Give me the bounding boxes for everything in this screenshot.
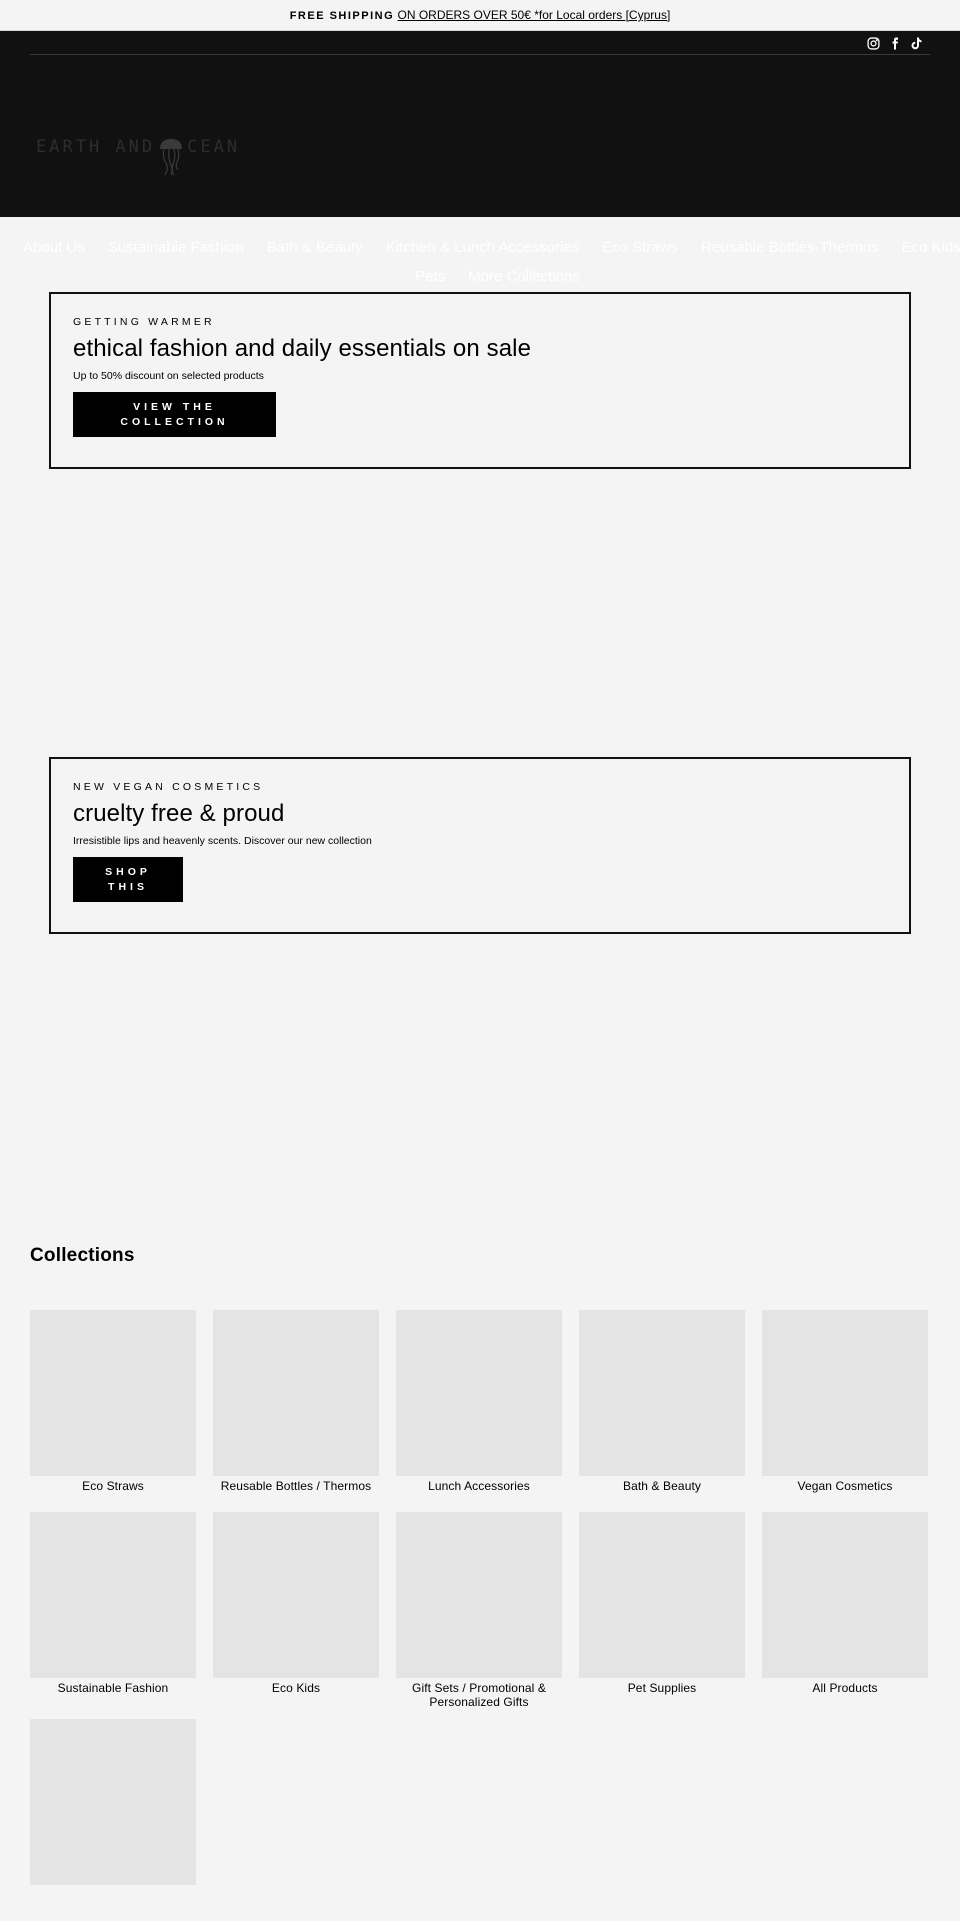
- announcement-bar: FREE SHIPPING ON ORDERS OVER 50€ *for Lo…: [0, 0, 960, 31]
- nav-item-more-collections[interactable]: More Collections: [468, 268, 580, 285]
- collections-grid: Eco Straws Reusable Bottles / Thermos Lu…: [30, 1310, 930, 1921]
- header-divider: [30, 54, 930, 55]
- collection-title: Vegan Cosmetics: [797, 1479, 893, 1493]
- collection-image: [762, 1512, 928, 1678]
- nav-item-eco-straws[interactable]: Eco Straws: [602, 239, 678, 256]
- main-nav: About Us Sustainable Fashion Bath & Beau…: [0, 233, 960, 291]
- promo-banner-sale: GETTING WARMER ethical fashion and daily…: [49, 292, 911, 469]
- free-shipping-label: FREE SHIPPING: [289, 10, 395, 22]
- collection-title: Eco Kids: [271, 1681, 321, 1695]
- social-links: [866, 36, 924, 50]
- collection-card-sustainable-fashion[interactable]: Sustainable Fashion: [30, 1512, 196, 1714]
- collection-title: Gift Sets / Promotional & Personalized G…: [412, 1681, 546, 1709]
- logo-text-left: EARTH AND: [36, 137, 156, 157]
- collection-title: Eco Straws: [82, 1479, 144, 1493]
- jellyfish-logo-icon: [160, 139, 183, 176]
- promo-subtitle: Irresistible lips and heavenly scents. D…: [73, 835, 372, 847]
- nav-item-reusable-bottles[interactable]: Reusable Bottles-Thermos: [701, 239, 879, 256]
- instagram-icon[interactable]: [866, 36, 880, 50]
- collection-title: Sustainable Fashion: [57, 1681, 169, 1695]
- collection-card-eco-straws[interactable]: Eco Straws: [30, 1310, 196, 1512]
- nav-row-2: Pets More Collections: [35, 262, 960, 291]
- collection-card-eco-kids[interactable]: Eco Kids: [213, 1512, 379, 1714]
- promo-title: ethical fashion and daily essentials on …: [73, 335, 532, 362]
- collection-image: [30, 1719, 196, 1885]
- collection-image: [30, 1310, 196, 1476]
- nav-row-1: About Us Sustainable Fashion Bath & Beau…: [0, 233, 960, 262]
- collection-image: [396, 1512, 562, 1678]
- collection-card-reusable-bottles[interactable]: Reusable Bottles / Thermos: [213, 1310, 379, 1512]
- logo-text-right: CEAN: [187, 137, 241, 157]
- collections-section: Collections Eco Straws Reusable Bottles …: [30, 1245, 930, 1885]
- nav-item-bath-beauty[interactable]: Bath & Beauty: [267, 239, 363, 256]
- collection-title: Bath & Beauty: [622, 1479, 702, 1493]
- collection-title: Lunch Accessories: [428, 1479, 530, 1493]
- shop-this-button[interactable]: SHOP THIS: [73, 857, 183, 902]
- nav-item-eco-kids[interactable]: Eco Kids: [902, 239, 960, 256]
- collection-card-pet-supplies[interactable]: Pet Supplies: [579, 1512, 745, 1714]
- shop-this-button-label: SHOP THIS: [105, 865, 151, 893]
- collection-image: [396, 1310, 562, 1476]
- collection-card-all-products[interactable]: All Products: [762, 1512, 928, 1714]
- collection-image: [579, 1512, 745, 1678]
- collection-title: All Products: [812, 1681, 878, 1695]
- collection-image: [762, 1310, 928, 1476]
- collection-card-vegan-cosmetics[interactable]: Vegan Cosmetics: [762, 1310, 928, 1512]
- collection-image: [579, 1310, 745, 1476]
- shipping-info-link[interactable]: ON ORDERS OVER 50€ *for Local orders [Cy…: [398, 8, 671, 22]
- view-collection-button-label: VIEW THE COLLECTION: [120, 400, 229, 428]
- nav-item-sustainable-fashion[interactable]: Sustainable Fashion: [108, 239, 244, 256]
- collection-card-lunch-accessories[interactable]: Lunch Accessories: [396, 1310, 562, 1512]
- collection-image: [30, 1512, 196, 1678]
- site-logo[interactable]: EARTH AND CEAN: [36, 137, 240, 177]
- collection-card-extra[interactable]: [30, 1719, 196, 1921]
- promo-title: cruelty free & proud: [73, 800, 285, 827]
- collection-image: [213, 1512, 379, 1678]
- promo-banner-vegan: NEW VEGAN COSMETICS cruelty free & proud…: [49, 757, 911, 934]
- tiktok-icon[interactable]: [910, 36, 924, 50]
- nav-item-about-us[interactable]: About Us: [23, 239, 85, 256]
- collection-image: [213, 1310, 379, 1476]
- site-header: EARTH AND CEAN: [0, 31, 960, 217]
- view-collection-button[interactable]: VIEW THE COLLECTION: [73, 392, 276, 437]
- promo-subtitle: Up to 50% discount on selected products: [73, 370, 264, 382]
- collection-card-bath-beauty[interactable]: Bath & Beauty: [579, 1310, 745, 1512]
- nav-item-pets[interactable]: Pets: [415, 268, 445, 285]
- collection-title: Pet Supplies: [627, 1681, 697, 1695]
- collection-title: [30, 1888, 196, 1921]
- promo-eyebrow: GETTING WARMER: [73, 316, 215, 328]
- promo-eyebrow: NEW VEGAN COSMETICS: [73, 781, 264, 793]
- collection-card-gift-sets[interactable]: Gift Sets / Promotional & Personalized G…: [396, 1512, 562, 1714]
- facebook-icon[interactable]: [888, 36, 902, 50]
- collection-title: Reusable Bottles / Thermos: [220, 1479, 372, 1493]
- nav-item-kitchen-lunch[interactable]: Kitchen & Lunch Accessories: [386, 239, 579, 256]
- collections-heading: Collections: [30, 1245, 135, 1266]
